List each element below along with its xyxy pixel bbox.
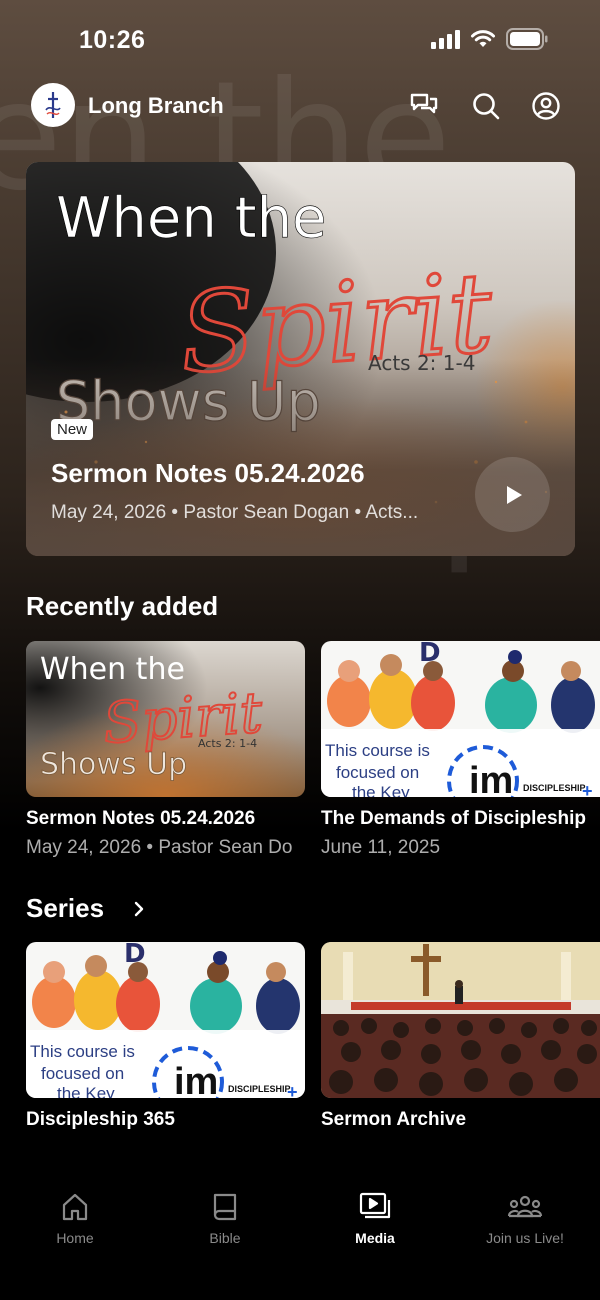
tab-media-label: Media [355, 1230, 395, 1246]
series-heading[interactable]: Series [26, 893, 104, 924]
people-icon [507, 1195, 543, 1218]
tab-join-live-label: Join us Live! [486, 1230, 564, 1246]
cross-logo-icon [45, 92, 61, 118]
series-item-thumbnail[interactable] [321, 942, 600, 1098]
course-tagline-3: the Key [352, 783, 410, 797]
discipleship-wordmark: DISCIPLESHIP [523, 783, 586, 793]
battery-icon [506, 28, 548, 50]
status-bar: 10:26 [0, 0, 600, 80]
recent-item-meta: May 24, 2026 • Pastor Sean Do [26, 837, 293, 858]
tab-bible[interactable]: Bible [150, 1192, 300, 1246]
discipleship-wordmark: DISCIPLESHIP [228, 1084, 291, 1094]
play-button[interactable] [475, 457, 550, 532]
series-item-title[interactable]: Sermon Archive [321, 1109, 600, 1131]
play-icon [506, 485, 522, 504]
tab-join-live[interactable]: Join us Live! [450, 1192, 600, 1246]
recent-item-title[interactable]: The Demands of Discipleship [321, 808, 600, 830]
thumb-art-line2: Shows Up [40, 747, 187, 782]
new-badge: New [51, 419, 94, 440]
status-time: 10:26 [79, 26, 146, 54]
home-icon [62, 1193, 88, 1221]
search-icon[interactable] [470, 90, 502, 122]
recent-item-thumbnail[interactable]: When the Spirit Acts 2: 1-4 Shows Up [26, 641, 305, 797]
media-icon [359, 1192, 391, 1219]
chat-icon[interactable] [408, 90, 440, 122]
bottom-tab-bar: Home Bible Media Join us Live! [0, 1180, 600, 1300]
tab-home[interactable]: Home [0, 1192, 150, 1246]
church-name: Long Branch [88, 93, 224, 118]
app-header: Long Branch [0, 80, 600, 136]
featured-sermon-meta: May 24, 2026 • Pastor Sean Dogan • Acts.… [51, 502, 419, 523]
series-item-title[interactable]: Discipleship 365 [26, 1109, 305, 1131]
course-tagline-1: This course is [325, 741, 430, 760]
status-icons [431, 28, 548, 50]
series-item-thumbnail[interactable]: D This course is focused on the Key im D… [26, 942, 305, 1098]
featured-sermon-title[interactable]: Sermon Notes 05.24.2026 [51, 458, 365, 489]
cellular-signal-icon [431, 29, 460, 49]
wifi-icon [471, 30, 495, 47]
sermon-thumbnail-artwork: When the Spirit Acts 2: 1-4 Shows Up [26, 641, 305, 797]
im-logo: im [469, 760, 513, 797]
chevron-right-icon[interactable] [132, 900, 146, 918]
thumb-art-reference: Acts 2: 1-4 [198, 737, 257, 750]
thumb-art-line1: When the [40, 652, 185, 687]
recently-added-heading: Recently added [26, 591, 219, 621]
book-icon [213, 1193, 237, 1221]
svg-text:+: + [287, 1082, 298, 1098]
recent-item-meta: June 11, 2025 [321, 837, 441, 858]
tab-home-label: Home [56, 1230, 94, 1246]
discipleship-thumbnail-artwork: D This course is focused on the Key im D… [26, 942, 305, 1098]
church-congregation-photo [321, 942, 600, 1098]
course-tagline-1: This course is [30, 1042, 135, 1061]
course-tagline-3: the Key [57, 1084, 115, 1098]
svg-text:+: + [582, 781, 593, 797]
im-logo: im [174, 1061, 218, 1098]
tab-bible-label: Bible [209, 1230, 241, 1246]
recent-item-title[interactable]: Sermon Notes 05.24.2026 [26, 808, 305, 830]
recent-item-thumbnail[interactable]: D This course is focused on the Key im D… [321, 641, 600, 797]
tab-media[interactable]: Media [300, 1192, 450, 1246]
profile-icon[interactable] [530, 90, 562, 122]
church-logo[interactable] [31, 83, 75, 127]
course-tagline-2: focused on [336, 763, 419, 782]
course-tagline-2: focused on [41, 1064, 124, 1083]
discipleship-thumbnail-artwork: D This course is focused on the Key im D… [321, 641, 600, 797]
